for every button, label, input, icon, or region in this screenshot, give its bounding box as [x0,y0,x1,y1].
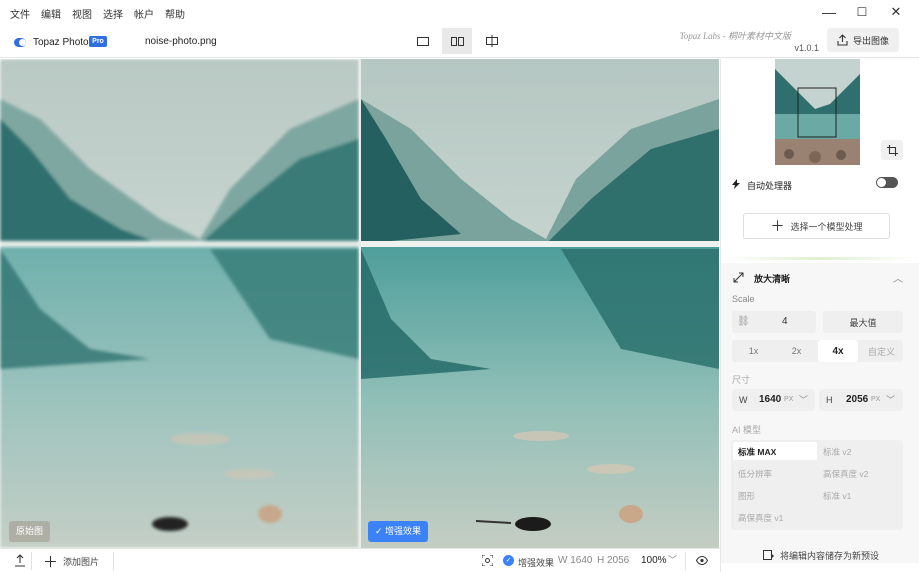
model-standard-max[interactable]: 标准 MAX [738,446,776,458]
auto-processor-label: 自动处理器 [747,181,793,191]
scale-option-1x[interactable]: 1x [732,340,775,362]
section-divider [721,257,919,260]
menu-account[interactable]: 帐户 [134,6,154,21]
size-label: 尺寸 [732,375,751,385]
minimize-button[interactable]: — [818,2,840,22]
menu-file[interactable]: 文件 [10,6,30,21]
file-name: noise-photo.png [145,36,217,47]
menu-select[interactable]: 选择 [103,6,123,21]
model-low-res[interactable]: 低分辨率 [738,468,772,480]
menu-bar: 文件 编辑 视图 选择 帐户 帮助 — ☐ ✕ [0,0,919,24]
enhanced-image: ✓ 增强效果 [361,59,719,548]
add-image-button[interactable]: ＋ 添加图片 [43,551,99,571]
upload-icon[interactable] [14,554,26,567]
app-brand: Topaz Photo [33,37,89,48]
version-label: v1.0.1 [794,43,819,53]
view-split-button[interactable] [477,28,507,54]
fit-screen-icon[interactable] [482,555,493,566]
original-image: 原始图 [0,59,359,548]
zoom-chevron-icon[interactable]: ﹀ [668,553,677,566]
enhanced-tag: ✓ 增强效果 [368,521,429,542]
plus-icon: ＋ [770,218,785,234]
eye-icon[interactable] [696,556,708,565]
height-value: 2056 [846,394,869,405]
save-preset-icon [762,549,774,560]
scale-options: 1x 2x 4x 自定义 [732,340,903,362]
scale-label: Scale [732,294,755,304]
height-info: H 2056 [597,555,630,566]
width-value: 1640 [759,394,782,405]
menu-edit[interactable]: 编辑 [41,6,61,21]
export-button[interactable]: 导出图像 [827,28,899,52]
zoom-level[interactable]: 100% [641,555,667,566]
plus-icon: ＋ [43,553,59,571]
maximize-button[interactable]: ☐ [851,2,873,22]
width-info: W 1640 [558,555,593,566]
auto-processor-section: 自动处理器 ＋ 选择一个模型处理 [721,171,919,261]
sidebar: 自动处理器 ＋ 选择一个模型处理 放大清晰 ︿ Scale ⛓ 4 最大值 1x… [720,59,919,572]
pro-badge: Pro [89,36,107,47]
close-button[interactable]: ✕ [885,2,907,22]
scale-value: 4 [782,316,788,327]
menu-view[interactable]: 视图 [72,6,92,21]
crop-button[interactable] [881,140,903,160]
width-prefix: W [739,395,748,405]
model-standard-v2[interactable]: 标准 v2 [823,446,851,458]
menu-help[interactable]: 帮助 [165,6,185,21]
height-unit: PX [871,396,881,403]
export-icon [837,34,848,46]
scale-input[interactable]: ⛓ 4 [732,311,816,333]
scale-option-4x[interactable]: 4x [818,340,858,362]
height-field[interactable]: H 2056 PX ﹀ [819,389,903,411]
width-unit: PX [784,396,794,403]
chevron-down-icon: ﹀ [886,395,896,405]
single-view-icon [417,36,429,46]
expand-icon [733,272,744,283]
original-tag: 原始图 [9,521,51,542]
save-preset-button[interactable]: 将编辑内容储存为新预设 [741,546,901,564]
navigator-thumbnail[interactable] [775,59,860,165]
enhance-status: 增强效果 [518,558,555,568]
select-model-label: 选择一个模型处理 [790,221,863,232]
scale-option-custom[interactable]: 自定义 [860,340,903,362]
model-graphics[interactable]: 图形 [738,490,755,502]
add-image-label: 添加图片 [63,556,100,567]
width-field[interactable]: W 1640 PX ﹀ [732,389,815,411]
status-bar: ＋ 添加图片 ✓ 增强效果 W 1640 H 2056 100% ﹀ [0,548,720,572]
view-single-button[interactable] [408,28,438,54]
bolt-icon [732,179,740,189]
scale-option-2x[interactable]: 2x [775,340,818,362]
auto-processor-toggle[interactable] [876,177,898,188]
save-preset-label: 将编辑内容储存为新预设 [779,550,879,561]
model-high-fidelity-v1[interactable]: 高保真度 v1 [738,512,783,524]
max-button[interactable]: 最大值 [823,311,903,333]
ai-model-label: AI 模型 [732,425,762,435]
ai-model-grid: 标准 MAX 标准 v2 低分辨率 高保真度 v2 图形 标准 v1 高保真度 … [731,440,903,530]
image-canvas[interactable]: 原始图 ✓ 增强效果 [0,59,719,548]
model-standard-v1[interactable]: 标准 v1 [823,490,851,502]
collapse-chevron-icon[interactable]: ︿ [893,270,903,285]
split-view-icon [486,35,498,47]
chevron-down-icon: ﹀ [799,395,809,405]
export-label: 导出图像 [852,35,889,46]
enhance-check-icon[interactable]: ✓ [503,555,514,566]
toolbar: Topaz Photo Pro noise-photo.png Topaz La… [0,24,919,58]
crop-icon [886,144,898,156]
select-model-button[interactable]: ＋ 选择一个模型处理 [743,213,890,239]
height-prefix: H [826,395,833,405]
toggle-logo-icon [14,38,26,47]
upscale-title: 放大清晰 [754,274,791,284]
app-title: Topaz Labs - 桐叶素材中文版 [679,31,791,41]
max-label: 最大值 [849,317,877,328]
view-side-by-side-button[interactable] [442,28,472,54]
link-icon: ⛓ [737,316,750,327]
model-high-fidelity-v2[interactable]: 高保真度 v2 [823,468,868,480]
enhanced-tag-label: 增强效果 [385,526,422,536]
side-by-side-icon [450,36,464,46]
